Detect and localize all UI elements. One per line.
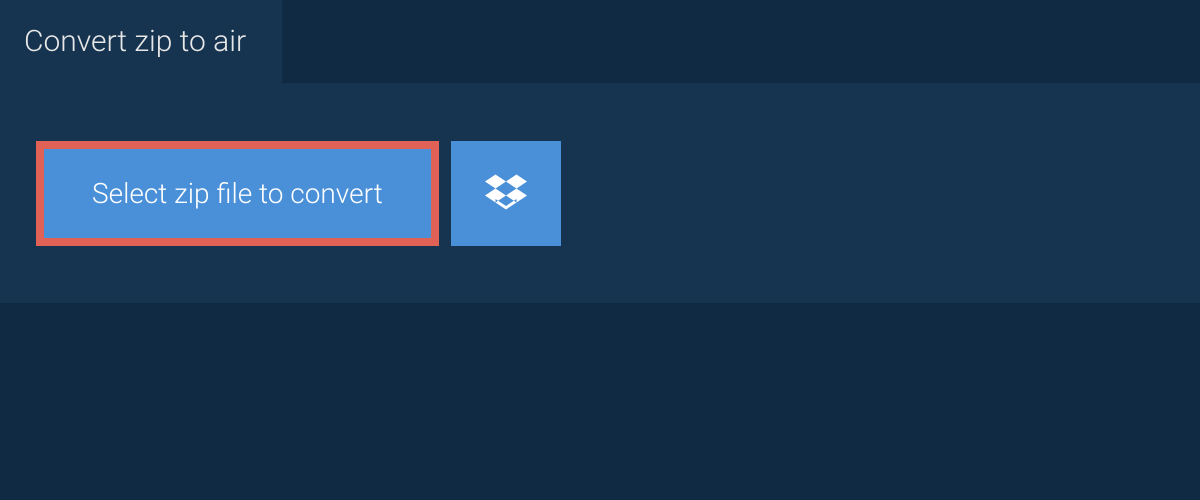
dropbox-button[interactable] xyxy=(451,141,561,246)
tab-label: Convert zip to air xyxy=(24,24,246,59)
select-file-label: Select zip file to convert xyxy=(92,177,383,210)
select-file-button[interactable]: Select zip file to convert xyxy=(36,141,439,246)
tab-bar: Convert zip to air xyxy=(0,0,1200,83)
dropbox-icon xyxy=(485,171,527,216)
bottom-area xyxy=(0,303,1200,463)
tab-convert[interactable]: Convert zip to air xyxy=(0,0,282,83)
content-panel: Select zip file to convert xyxy=(0,83,1200,303)
button-group: Select zip file to convert xyxy=(36,141,561,246)
